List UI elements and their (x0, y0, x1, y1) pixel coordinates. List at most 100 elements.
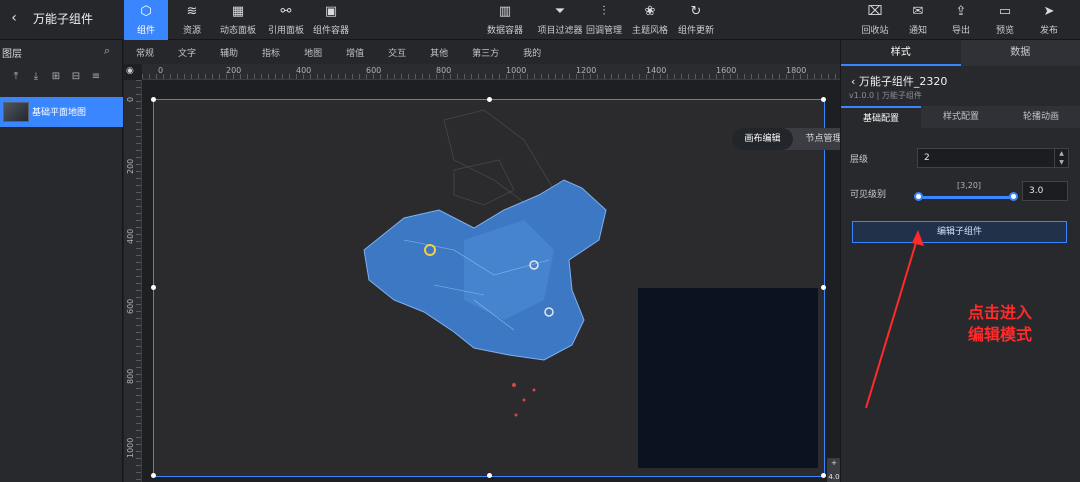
level-label: 层级 (850, 155, 869, 165)
subtab-carousel[interactable]: 轮播动画 (1001, 106, 1080, 128)
tab-other[interactable]: 其他 (430, 46, 448, 59)
component-category-tabs: 常规 文字 辅助 指标 地图 增值 交互 其他 第三方 我的 (124, 40, 840, 64)
export-icon: ⇪ (955, 3, 967, 19)
ruler-label: 200 (126, 158, 135, 174)
island-dot (514, 413, 518, 417)
tab-map[interactable]: 地图 (304, 46, 322, 59)
tool-notify[interactable]: ✉ 通知 (903, 0, 933, 40)
canvas-stage[interactable]: 画布编辑 节点管理 + 4.0 - (151, 97, 840, 482)
chevron-left-icon[interactable]: ‹ (851, 75, 859, 88)
island-dot (512, 383, 516, 387)
tool-container[interactable]: ▣ 组件容器 (311, 0, 351, 40)
component-title[interactable]: ‹ 万能子组件_2320 (851, 73, 947, 89)
island-dot (532, 388, 536, 392)
trash-icon: ⌧ (867, 3, 883, 19)
chevron-down-icon[interactable]: ▼ (1055, 158, 1068, 167)
move-bottom-icon[interactable]: ⤓ (30, 71, 42, 82)
tab-style[interactable]: 样式 (841, 40, 961, 66)
layers-panel: 图层 ⌕ ⤒ ⤓ ⊞ ⊟ ≡ 基础平面地图 (0, 40, 123, 482)
tool-preview[interactable]: ▭ 预览 (990, 0, 1020, 40)
resize-handle[interactable] (487, 97, 492, 102)
ruler-label: 400 (296, 66, 312, 75)
tab-general[interactable]: 常规 (136, 46, 154, 59)
group-icon[interactable]: ⊞ (50, 71, 62, 82)
list-icon[interactable]: ≡ (90, 71, 102, 82)
search-icon[interactable]: ⌕ (104, 44, 110, 58)
level-input[interactable]: 2 ▲ ▼ (917, 148, 1069, 168)
move-top-icon[interactable]: ⤒ (10, 71, 22, 82)
ungroup-icon[interactable]: ⊟ (70, 71, 82, 82)
ruler-label: 400 (126, 228, 135, 244)
tool-component[interactable]: ⬡ 组件 (124, 0, 168, 40)
tool-theme[interactable]: ❀ 主题风格 (630, 0, 670, 40)
tool-callback[interactable]: ⫶ 回调管理 (584, 0, 624, 40)
sliders-icon: ⫶ (602, 3, 606, 19)
level-stepper[interactable]: ▲ ▼ (1054, 149, 1068, 167)
layer-toolbar: ⤒ ⤓ ⊞ ⊟ ≡ (0, 64, 122, 88)
tab-mine[interactable]: 我的 (523, 46, 541, 59)
ruler-label: 1000 (506, 66, 527, 75)
mode-node-manage[interactable]: 节点管理 (793, 128, 840, 150)
canvas-area: 0 200 400 600 800 1000 1200 1400 1600 18… (124, 64, 840, 482)
top-toolbar: ‹ 万能子组件 ⬡ 组件 ≋ 资源 ▦ 动态面板 ⚯ 引用面板 ▣ 组件容器 ▥… (0, 0, 1080, 40)
ruler-label: 600 (366, 66, 382, 75)
child-component-area[interactable] (638, 288, 818, 468)
resize-handle[interactable] (487, 473, 492, 478)
tool-update[interactable]: ↻ 组件更新 (676, 0, 716, 40)
resize-handle[interactable] (151, 285, 156, 290)
tool-dynamic-panel[interactable]: ▦ 动态面板 (216, 0, 260, 40)
eye-icon[interactable]: ◉ (126, 66, 134, 76)
resize-handle[interactable] (151, 97, 156, 102)
component-version: v1.0.0 | 万能子组件 (849, 91, 922, 100)
tab-interaction[interactable]: 交互 (388, 46, 406, 59)
layer-item-base-map[interactable]: 基础平面地图 (0, 97, 123, 127)
tool-ref-panel[interactable]: ⚯ 引用面板 (264, 0, 308, 40)
tab-third-party[interactable]: 第三方 (472, 46, 499, 59)
tool-publish[interactable]: ➤ 发布 (1034, 0, 1064, 40)
tool-data-container[interactable]: ▥ 数据容器 (480, 0, 530, 40)
panel-tabs: 样式 数据 (841, 40, 1080, 66)
resize-handle[interactable] (151, 473, 156, 478)
zoom-control: + 4.0 - (827, 458, 840, 482)
link-icon: ⚯ (280, 3, 292, 19)
tab-indicator[interactable]: 指标 (262, 46, 280, 59)
container-icon: ▣ (324, 3, 338, 19)
resize-handle[interactable] (821, 97, 826, 102)
chevron-up-icon[interactable]: ▲ (1055, 149, 1068, 158)
tab-data[interactable]: 数据 (960, 40, 1080, 66)
layers-header: 图层 ⌕ (0, 40, 122, 64)
tool-export[interactable]: ⇪ 导出 (946, 0, 976, 40)
annotation-text: 点击进入 编辑模式 (967, 303, 1032, 344)
zoom-in-button[interactable]: + (831, 459, 837, 467)
canvas-mode-switch: 画布编辑 节点管理 (732, 128, 840, 150)
theme-icon: ❀ (644, 3, 656, 19)
tool-trash[interactable]: ⌧ 回收站 (858, 0, 892, 40)
tab-auxiliary[interactable]: 辅助 (220, 46, 238, 59)
ruler-label: 200 (226, 66, 242, 75)
tool-resources[interactable]: ≋ 资源 (176, 0, 208, 40)
chart-icon: ▥ (498, 3, 512, 19)
refresh-icon: ↻ (690, 3, 702, 19)
subtab-basic[interactable]: 基础配置 (841, 106, 921, 128)
tool-project-filter[interactable]: ⏷ 项目过滤器 (533, 0, 587, 40)
island-dot (522, 398, 526, 402)
ruler-label: 1600 (716, 66, 737, 75)
back-icon[interactable]: ‹ (6, 10, 22, 26)
app-title: 万能子组件 (33, 12, 94, 26)
visible-level-slider[interactable] (919, 196, 1014, 199)
component-icon: ⬡ (140, 3, 152, 19)
layer-thumbnail (3, 102, 29, 122)
subtab-style[interactable]: 样式配置 (921, 106, 1001, 128)
property-panel: 样式 数据 ‹ 万能子组件_2320 v1.0.0 | 万能子组件 基础配置 样… (840, 40, 1080, 482)
visible-level-input[interactable]: 3.0 (1022, 181, 1068, 201)
edit-child-component-button[interactable]: 编辑子组件 (852, 221, 1067, 243)
slider-handle-min[interactable] (914, 192, 923, 201)
app-window: ‹ 万能子组件 ⬡ 组件 ≋ 资源 ▦ 动态面板 ⚯ 引用面板 ▣ 组件容器 ▥… (0, 0, 1080, 482)
resize-handle[interactable] (821, 285, 826, 290)
tab-value-added[interactable]: 增值 (346, 46, 364, 59)
tab-text[interactable]: 文字 (178, 46, 196, 59)
visible-range-label: [3,20] (957, 181, 982, 190)
mode-canvas-edit[interactable]: 画布编辑 (732, 128, 793, 150)
resize-handle[interactable] (821, 473, 826, 478)
slider-handle-max[interactable] (1009, 192, 1018, 201)
